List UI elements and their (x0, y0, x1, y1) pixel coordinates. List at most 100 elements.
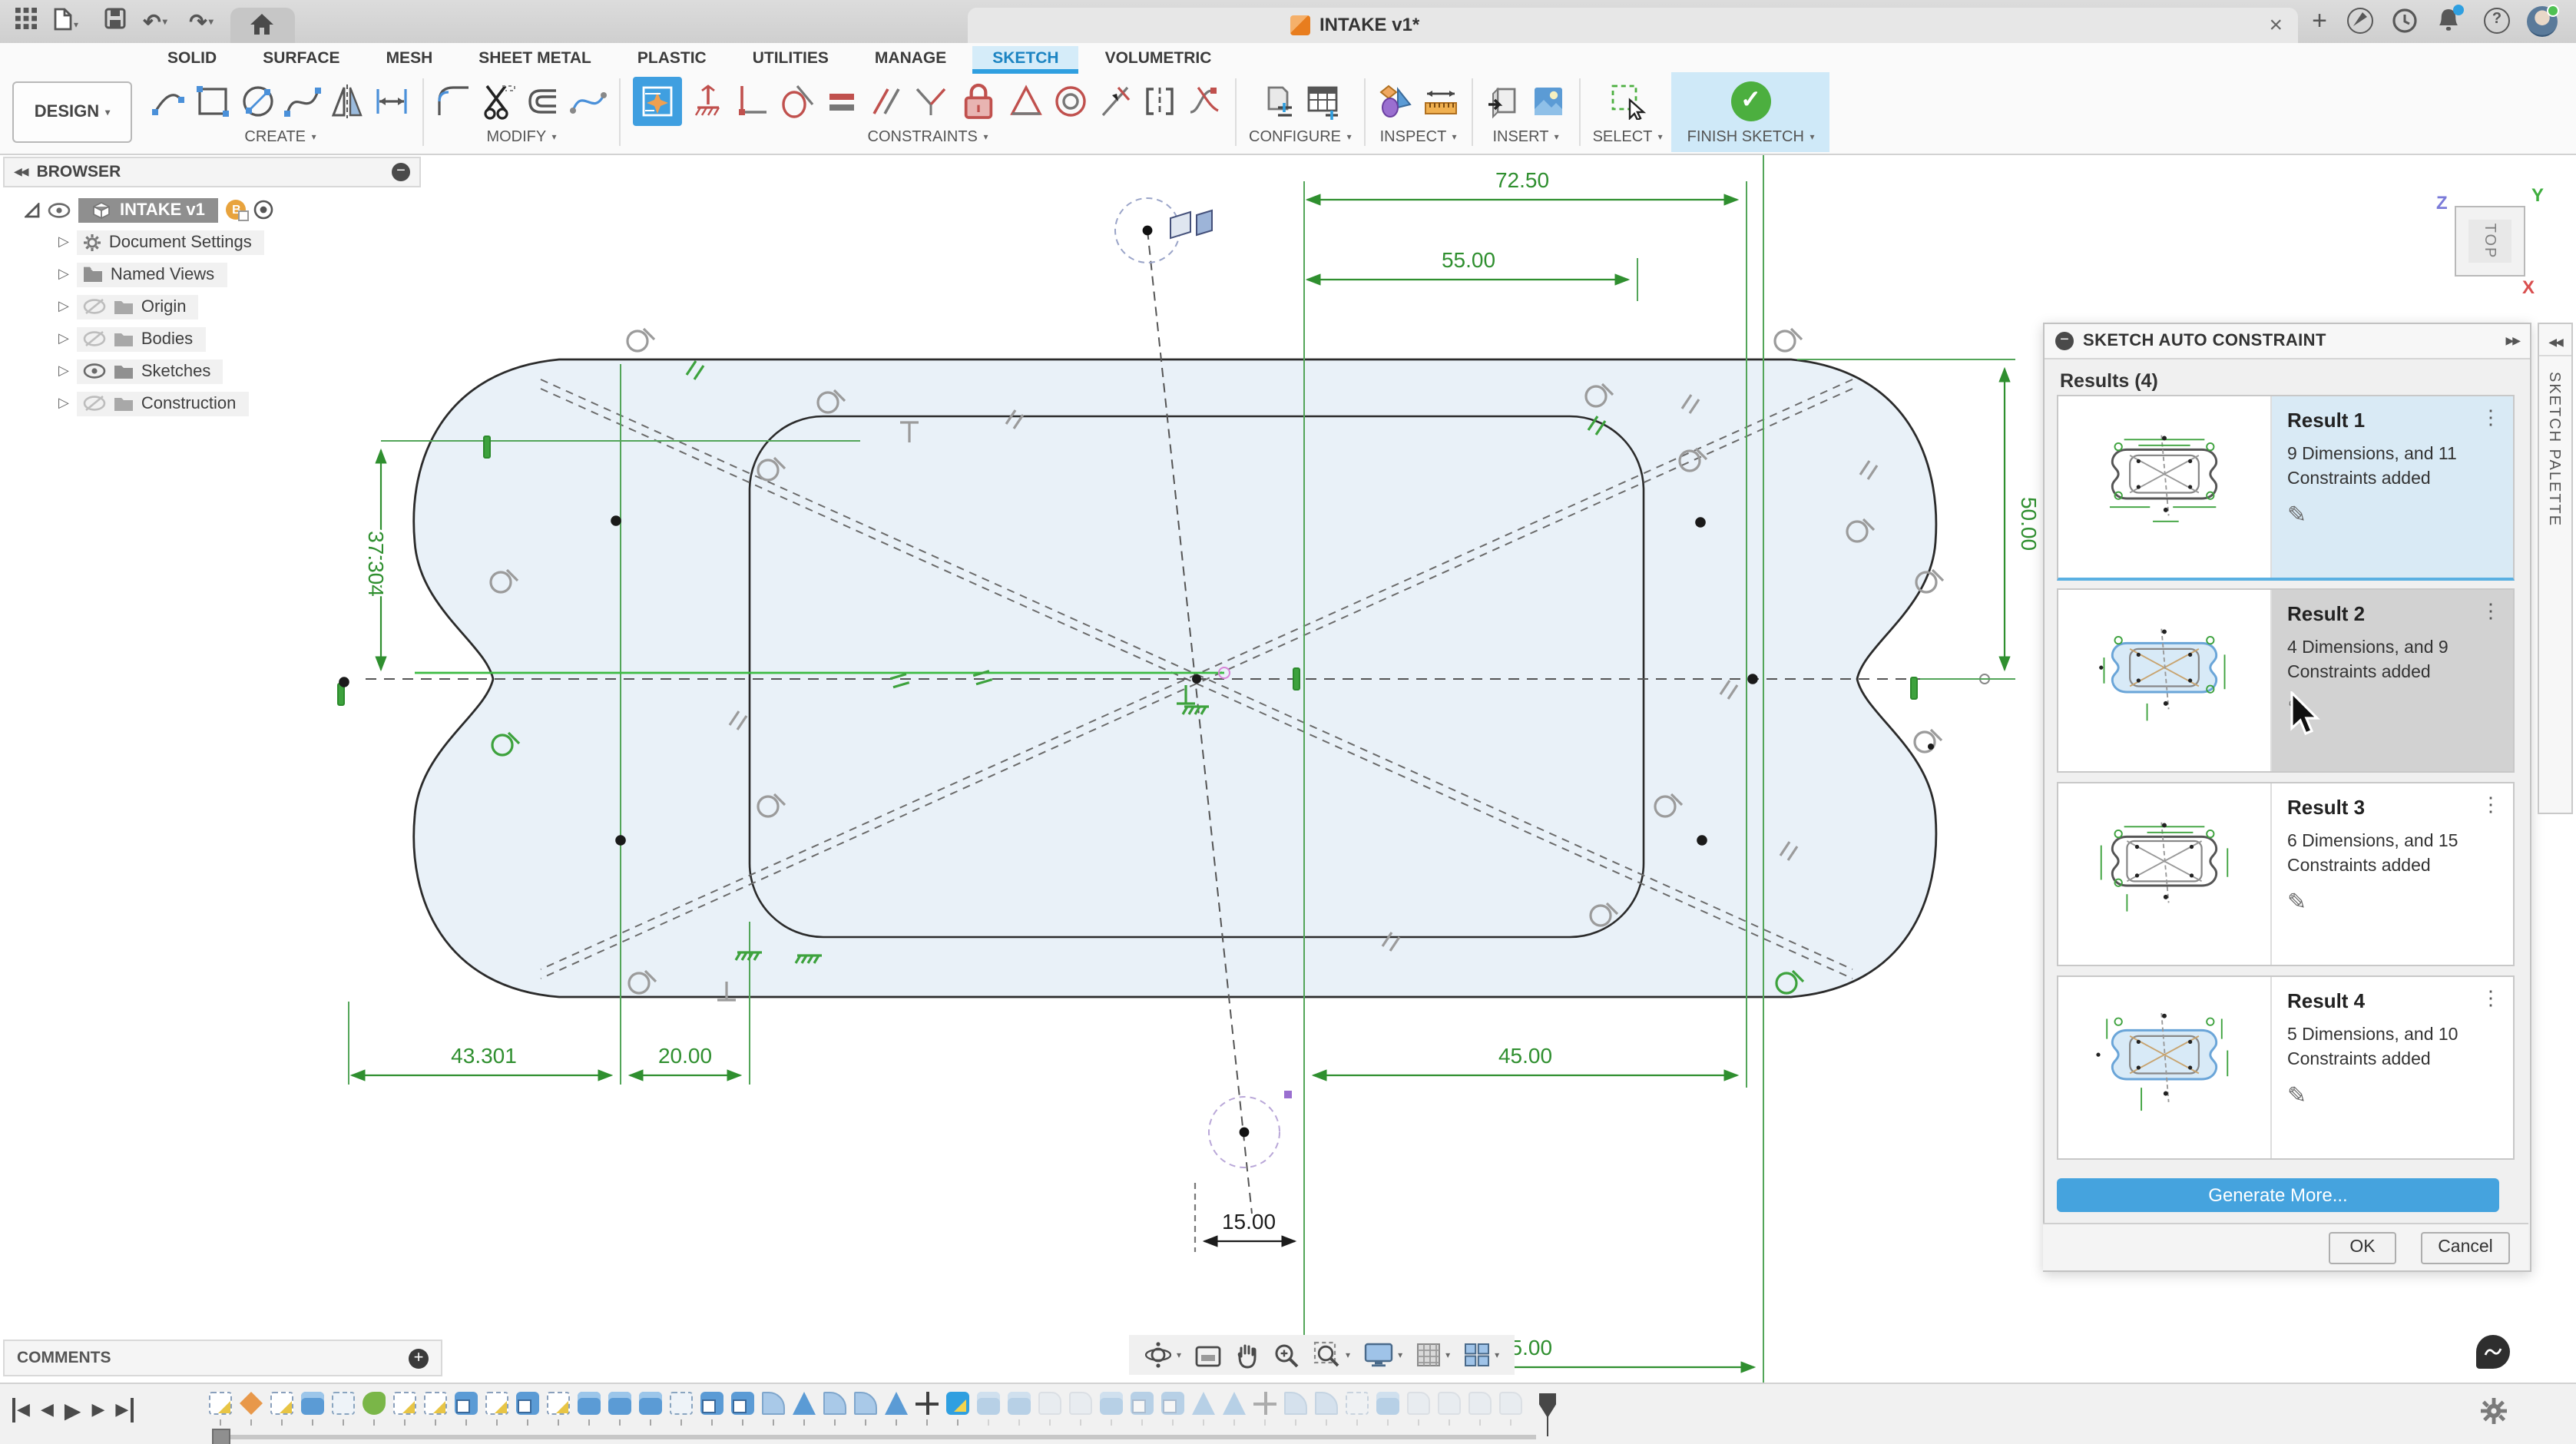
skip-to-end-icon[interactable]: ▶ (115, 1398, 133, 1422)
result-card[interactable]: Result 1 ⋮ 9 Dimensions, and 11Constrain… (2057, 395, 2515, 581)
dim-bottom1[interactable]: 43.301 (451, 1044, 517, 1068)
equal-constraint-icon[interactable] (823, 83, 860, 120)
extrude-feature-icon[interactable] (1376, 1392, 1399, 1426)
form-feature-icon[interactable] (240, 1392, 263, 1426)
doc-feature-icon[interactable] (1468, 1392, 1492, 1426)
browser-row-bodies[interactable]: ▷ Bodies (58, 323, 421, 355)
display-settings-icon[interactable]: ▾ (1364, 1343, 1402, 1367)
smooth-spline-tool-icon[interactable] (570, 83, 607, 120)
ruler-icon[interactable] (1422, 83, 1459, 120)
spline-tool-icon[interactable] (284, 83, 321, 120)
result-menu-icon[interactable]: ⋮ (2481, 793, 2501, 817)
mirror-feature-icon[interactable] (1223, 1392, 1246, 1426)
move-feature-icon[interactable] (916, 1392, 939, 1426)
revolve-feature-icon[interactable] (363, 1392, 386, 1426)
plane-feature-icon[interactable] (332, 1392, 355, 1426)
sketch-feature-icon[interactable] (424, 1392, 447, 1426)
step-back-icon[interactable]: ◀ (41, 1398, 54, 1422)
job-status-icon[interactable] (2392, 8, 2418, 41)
expand-icon[interactable]: ▷ (58, 266, 69, 283)
coincident-constraint-icon[interactable] (912, 83, 949, 120)
look-at-icon[interactable] (1195, 1343, 1221, 1366)
skip-to-start-icon[interactable]: ◀ (12, 1398, 30, 1422)
plane-feature-icon[interactable] (1346, 1392, 1369, 1426)
doc-feature-icon[interactable] (1499, 1392, 1522, 1426)
sketch-feature-icon[interactable] (270, 1392, 293, 1426)
configure-group-label[interactable]: CONFIGURE ▾ (1249, 129, 1352, 146)
sketch-palette-tab[interactable]: ◀◀ SKETCH PALETTE (2538, 323, 2573, 814)
tangent-constraint-icon[interactable] (779, 83, 816, 120)
expand-icon[interactable]: ▷ (58, 298, 69, 315)
expand-palette-icon[interactable]: ◀◀ (2548, 338, 2562, 349)
workspace-selector[interactable]: DESIGN▾ (12, 81, 132, 143)
collapse-browser-icon[interactable]: ◀◀ (14, 166, 28, 178)
trim-tool-icon[interactable] (481, 83, 518, 120)
play-icon[interactable]: ▶ (65, 1398, 81, 1422)
configuration-table-icon[interactable] (1304, 83, 1341, 120)
midpoint-constraint-icon[interactable] (1097, 83, 1134, 120)
dim-bottom2[interactable]: 20.00 (658, 1044, 712, 1068)
symmetry-constraint-icon[interactable] (1141, 83, 1178, 120)
concentric-constraint-icon[interactable] (1052, 83, 1089, 120)
viewcube[interactable]: TOP (2455, 206, 2525, 277)
extrude-feature-icon[interactable] (1008, 1392, 1031, 1426)
result-thumbnail[interactable] (2058, 396, 2272, 578)
offset-tool-icon[interactable] (525, 83, 562, 120)
browser-row-origin[interactable]: ▷ Origin (58, 290, 421, 323)
fillet-feature-icon[interactable] (1315, 1392, 1338, 1426)
activate-radio-icon[interactable] (254, 200, 274, 220)
home-tab[interactable] (230, 8, 295, 43)
timeline-scrollbar-handle[interactable] (212, 1429, 230, 1444)
extrude-feature-icon[interactable] (1100, 1392, 1123, 1426)
viewcube-top-label[interactable]: TOP (2456, 207, 2524, 275)
root-component[interactable]: INTAKE v1 (78, 197, 219, 222)
plane-feature-icon[interactable] (670, 1392, 693, 1426)
extensions-icon[interactable] (2347, 8, 2373, 34)
create-group-label[interactable]: CREATE ▾ (244, 129, 316, 146)
tab-plastic[interactable]: PLASTIC (618, 45, 727, 70)
tab-manage[interactable]: MANAGE (855, 45, 966, 70)
sketch-feature-icon[interactable] (547, 1392, 570, 1426)
tab-volumetric[interactable]: VOLUMETRIC (1085, 45, 1232, 70)
dim-right[interactable]: 50.00 (2017, 497, 2041, 551)
ok-button[interactable]: OK (2329, 1232, 2396, 1264)
visibility-eye-icon[interactable] (48, 202, 71, 217)
dim-offset[interactable]: 15.00 (1222, 1210, 1276, 1234)
generate-more-button[interactable]: Generate More... (2057, 1178, 2499, 1212)
combine-feature-icon[interactable] (1161, 1392, 1184, 1426)
line-tool-icon[interactable] (151, 83, 187, 120)
constraints-group-label[interactable]: CONSTRAINTS ▾ (868, 129, 988, 146)
extrude-feature-icon[interactable] (301, 1392, 324, 1426)
result-menu-icon[interactable]: ⋮ (2481, 406, 2501, 430)
polygon-constraint-icon[interactable] (1008, 83, 1045, 120)
dialog-collapse-icon[interactable]: − (2055, 332, 2074, 350)
extrude-feature-icon[interactable] (639, 1392, 662, 1426)
comments-bar[interactable]: COMMENTS + (3, 1340, 442, 1376)
auto-constraint-icon[interactable] (633, 77, 682, 126)
select-tool-icon[interactable] (1609, 83, 1646, 120)
expand-icon[interactable]: ▷ (58, 363, 69, 379)
tab-utilities[interactable]: UTILITIES (733, 45, 849, 70)
tab-surface[interactable]: SURFACE (243, 45, 359, 70)
configure-tool-icon[interactable] (1260, 83, 1296, 120)
combine-feature-icon[interactable] (516, 1392, 539, 1426)
extrude-feature-icon[interactable] (578, 1392, 601, 1426)
browser-row-construction[interactable]: ▷ Construction (58, 387, 421, 419)
select-group-label[interactable]: SELECT ▾ (1593, 129, 1663, 146)
timeline-scrollbar[interactable] (215, 1435, 1536, 1439)
parallel-constraint-icon[interactable] (868, 83, 905, 120)
hidden-eye-icon[interactable] (83, 395, 106, 412)
result-thumbnail[interactable] (2058, 977, 2272, 1158)
fix-constraint-icon[interactable] (690, 83, 727, 120)
browser-root-row[interactable]: INTAKE v1 B (25, 194, 421, 226)
fillet-feature-icon[interactable] (1284, 1392, 1307, 1426)
dim-left[interactable]: 37.304 (364, 531, 388, 597)
horizontal-vertical-constraint-icon[interactable] (734, 83, 771, 120)
mirror-feature-icon[interactable] (793, 1392, 816, 1426)
mirror-feature-icon[interactable] (1192, 1392, 1215, 1426)
doc-feature-icon[interactable] (1438, 1392, 1461, 1426)
dim-bottom3[interactable]: 45.00 (1498, 1044, 1552, 1068)
expand-triangle-icon[interactable] (25, 202, 40, 217)
combine-feature-icon[interactable] (455, 1392, 478, 1426)
tab-solid[interactable]: SOLID (147, 45, 237, 70)
